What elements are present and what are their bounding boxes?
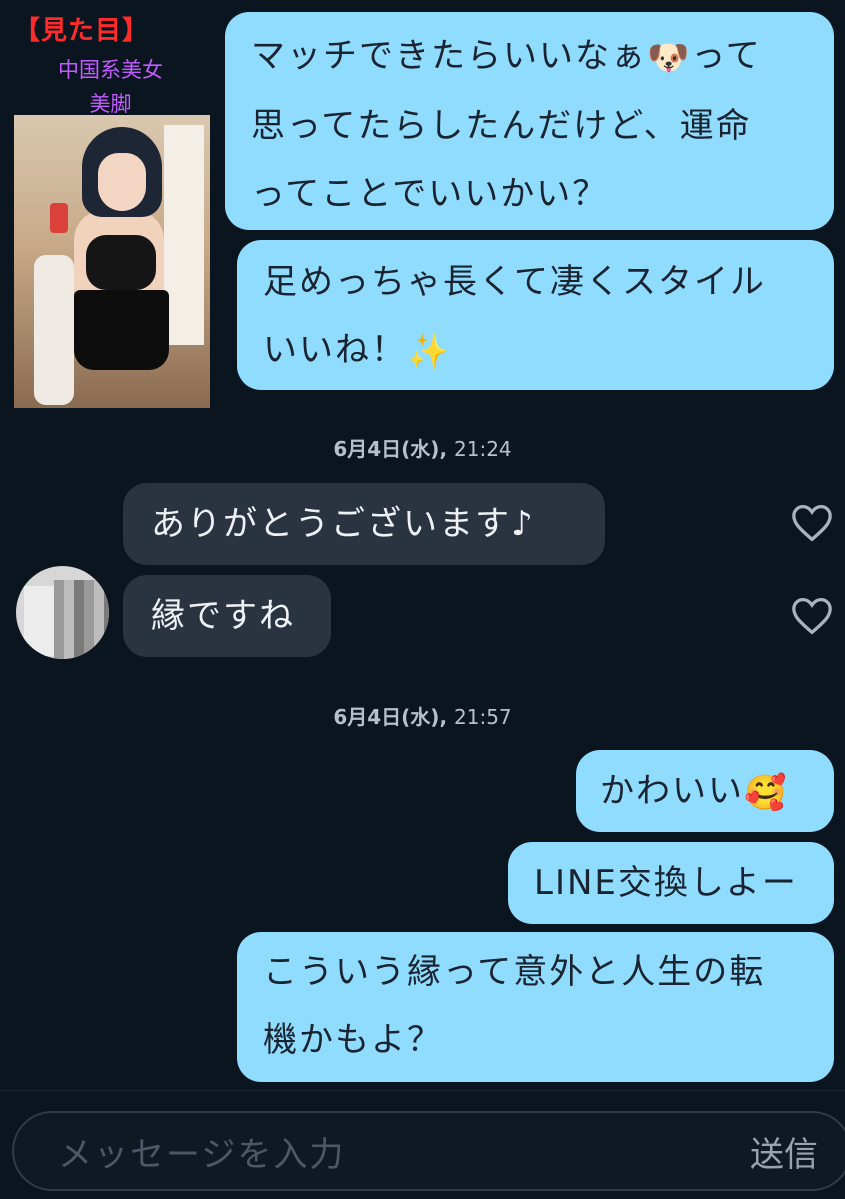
message-text: って (691, 36, 762, 76)
heart-icon[interactable] (790, 503, 834, 543)
annotation-line-1: 中国系美女 (58, 58, 163, 82)
timestamp: 6月4日(水), 21:24 (0, 433, 845, 462)
outgoing-message[interactable]: 足めっちゃ長くて凄くスタイル いいね！✨ (237, 240, 834, 390)
timestamp-date: 6月4日(水), (333, 437, 448, 461)
profile-photo (14, 115, 210, 408)
smiling-face-with-hearts-icon: 🥰 (744, 772, 789, 813)
message-text: マッチできたらいいなぁ (251, 36, 647, 76)
outgoing-message[interactable]: かわいい🥰 (576, 750, 834, 832)
message-text: 足めっちゃ長くて凄くスタイル (263, 262, 766, 302)
incoming-message[interactable]: 縁ですね (123, 575, 331, 657)
timestamp-date: 6月4日(水), (333, 705, 448, 729)
timestamp: 6月4日(水), 21:57 (0, 701, 845, 730)
avatar[interactable] (16, 566, 109, 659)
message-text: 縁ですね (151, 596, 295, 636)
message-text: こういう縁って意外と人生の転 (263, 952, 766, 992)
heart-icon[interactable] (790, 596, 834, 636)
sparkles-icon: ✨ (407, 331, 452, 372)
profile-annotation: 【見た目】 中国系美女 美脚 (0, 0, 225, 410)
outgoing-message[interactable]: こういう縁って意外と人生の転 機かもよ？ (237, 932, 834, 1082)
message-text: LINE交換しよー (534, 863, 798, 903)
timestamp-time: 21:24 (454, 437, 512, 461)
message-text: 思ってたらしたんだけど、運命 (251, 105, 752, 146)
message-input-placeholder[interactable]: メッセージを入力 (58, 1127, 345, 1176)
dog-face-icon: 🐶 (647, 37, 692, 78)
timestamp-time: 21:57 (454, 705, 512, 729)
send-button[interactable]: 送信 (750, 1127, 818, 1176)
outgoing-message[interactable]: LINE交換しよー (508, 842, 834, 924)
chat-screen: 【見た目】 中国系美女 美脚 マッチできたらいいなぁ🐶って 思ってたらしたんだけ… (0, 0, 845, 1199)
message-text: かわいい (600, 771, 744, 811)
outgoing-message[interactable]: マッチできたらいいなぁ🐶って 思ってたらしたんだけど、運命 ってことでいいかい？ (225, 12, 834, 230)
message-text: 機かもよ？ (263, 1020, 443, 1060)
message-text: ありがとうございます♪ (151, 504, 535, 544)
message-text: いいね！ (263, 330, 407, 370)
annotation-label: 【見た目】 (14, 16, 150, 46)
incoming-message[interactable]: ありがとうございます♪ (123, 483, 605, 565)
message-text: ってことでいいかい？ (251, 173, 609, 214)
annotation-line-2: 美脚 (89, 92, 132, 116)
